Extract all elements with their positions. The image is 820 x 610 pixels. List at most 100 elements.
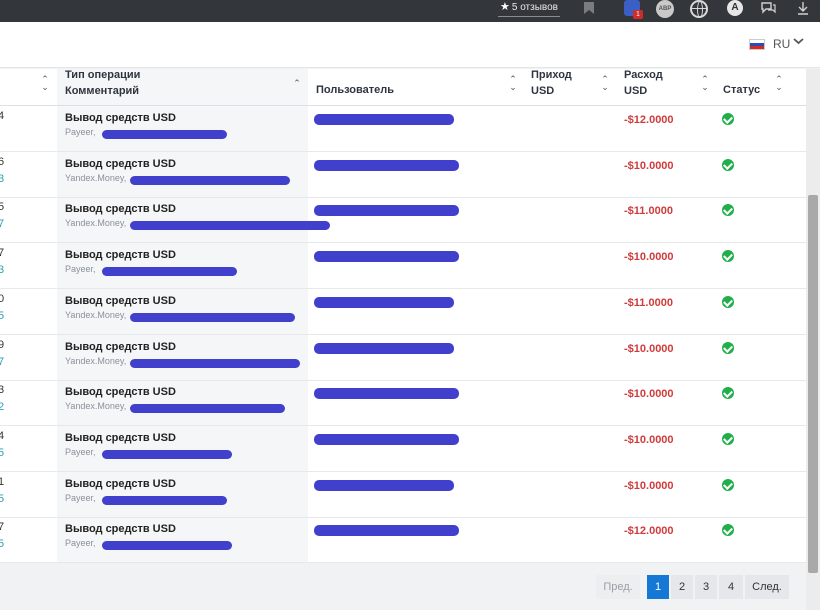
status-ok-icon — [722, 204, 734, 216]
status-ok-icon — [722, 159, 734, 171]
transactions-table: ⌃ ⌄ Тип операции Комментарий ⌃ Пользовате… — [0, 69, 806, 563]
table-row[interactable]: 7 5 Вывод средств USD Payeer, -$12.0000 — [0, 517, 806, 563]
table-row[interactable]: 7 3 Вывод средств USD Payeer, -$10.0000 — [0, 243, 806, 289]
operation-type: Вывод средств USD — [65, 478, 176, 490]
redacted-comment — [129, 176, 290, 185]
payment-method: Payeer, — [65, 127, 96, 137]
page-button-4[interactable]: 4 — [719, 575, 743, 599]
row-id-link-cut[interactable]: 7 — [0, 356, 4, 368]
row-id-link-cut[interactable]: 3 — [0, 264, 4, 276]
operation-type: Вывод средств USD — [65, 158, 176, 170]
adblock-icon[interactable]: ABP — [656, 0, 674, 18]
row-id-cut: 4 — [0, 430, 5, 442]
row-id-cut: 6 — [0, 156, 5, 168]
globe-icon[interactable] — [690, 0, 708, 18]
page-button-3[interactable]: 3 — [695, 575, 717, 599]
row-id-cut: 1 — [0, 476, 5, 488]
column-expense[interactable]: Расход USD — [624, 69, 663, 99]
sort-icon[interactable]: ⌃ ⌄ — [700, 75, 710, 92]
payment-method: Yandex.Money, — [65, 401, 127, 411]
table-row[interactable]: 4 5 Вывод средств USD Payeer, -$10.0000 — [0, 426, 806, 472]
expense-amount: -$10.0000 — [624, 434, 674, 446]
expense-amount: -$10.0000 — [624, 480, 674, 492]
status-ok-icon — [722, 113, 734, 125]
status-ok-icon — [722, 296, 734, 308]
operation-type: Вывод средств USD — [65, 249, 176, 261]
payment-method: Payeer, — [65, 264, 96, 274]
payment-method: Yandex.Money, — [65, 310, 127, 320]
sort-asc-icon[interactable]: ⌃ — [292, 79, 302, 88]
reviews-label: 5 отзывов — [511, 2, 558, 13]
sort-icon[interactable]: ⌃ ⌄ — [774, 75, 784, 92]
redacted-user — [314, 205, 459, 216]
row-id-link-cut[interactable]: 3 — [0, 173, 4, 185]
expense-amount: -$10.0000 — [624, 343, 674, 355]
reviews-link[interactable]: ★ 5 отзывов — [498, 0, 560, 17]
operation-type: Вывод средств USD — [65, 341, 176, 353]
row-id-cut: 7 — [0, 521, 5, 533]
table-header: ⌃ ⌄ Тип операции Комментарий ⌃ Пользовате… — [0, 69, 806, 106]
column-user[interactable]: Пользователь — [316, 82, 394, 98]
row-id-link-cut[interactable]: 5 — [0, 538, 4, 550]
expense-amount: -$11.0000 — [624, 205, 673, 217]
row-id-cut: 9 — [0, 339, 5, 351]
column-type[interactable]: Тип операции Комментарий — [65, 69, 140, 99]
redacted-user — [314, 388, 459, 399]
payment-method: Yandex.Money, — [65, 356, 127, 366]
redacted-comment — [102, 130, 228, 139]
status-ok-icon — [722, 433, 734, 445]
redacted-user — [314, 297, 454, 308]
star-icon: ★ — [500, 1, 510, 13]
pagination-prev[interactable]: Пред. — [596, 575, 640, 599]
browser-toolbar: ★ 5 отзывов 1 ABP A — [0, 0, 820, 22]
bookmark-icon[interactable] — [580, 1, 598, 19]
redacted-comment — [102, 450, 233, 459]
page-button-2[interactable]: 2 — [671, 575, 693, 599]
status-ok-icon — [722, 250, 734, 262]
column-expense-line2: USD — [624, 85, 648, 97]
table-row[interactable]: 3 2 Вывод средств USD Yandex.Money, -$10.000… — [0, 380, 806, 426]
download-icon[interactable] — [794, 1, 812, 19]
column-income[interactable]: Приход USD — [531, 69, 572, 99]
pagination-next[interactable]: След. — [745, 575, 789, 599]
operation-type: Вывод средств USD — [65, 523, 176, 535]
table-row[interactable]: 0 5 Вывод средств USD Yandex.Money, -$11.000… — [0, 289, 806, 335]
table-row[interactable]: 9 7 Вывод средств USD Yandex.Money, -$10.000… — [0, 335, 806, 381]
status-ok-icon — [722, 524, 734, 536]
sort-icon[interactable]: ⌃ ⌄ — [508, 75, 518, 92]
extension-badge: 1 — [633, 10, 643, 19]
redacted-comment — [129, 313, 295, 322]
row-id-cut: 3 — [0, 384, 5, 396]
expense-amount: -$10.0000 — [624, 160, 674, 172]
row-id-link-cut[interactable]: 5 — [0, 310, 4, 322]
payment-method: Yandex.Money, — [65, 218, 127, 228]
scrollbar-thumb[interactable] — [808, 195, 818, 573]
account-icon[interactable]: A — [727, 0, 743, 16]
redacted-comment — [102, 541, 233, 550]
column-income-line2: USD — [531, 85, 555, 97]
row-id-cut: 4 — [0, 110, 5, 122]
table-row[interactable]: 5 7 Вывод средств USD Yandex.Money, -$11.000… — [0, 197, 806, 243]
column-status[interactable]: Статус — [723, 82, 760, 98]
redacted-comment — [102, 496, 228, 505]
redacted-user — [314, 114, 454, 125]
row-id-link-cut[interactable]: 5 — [0, 447, 4, 459]
redacted-comment — [129, 404, 285, 413]
sort-icon[interactable]: ⌃ ⌄ — [600, 75, 610, 92]
table-row[interactable]: 6 3 Вывод средств USD Yandex.Money, -$10.000… — [0, 152, 806, 198]
row-id-link-cut[interactable]: 2 — [0, 401, 4, 413]
row-id-link-cut[interactable]: 7 — [0, 218, 4, 230]
chat-bubble-icon[interactable] — [759, 1, 777, 19]
expense-amount: -$10.0000 — [624, 251, 674, 263]
table-row[interactable]: 1 5 Вывод средств USD Payeer, -$10.0000 — [0, 472, 806, 518]
chevron-down-icon — [793, 35, 804, 49]
status-ok-icon — [722, 387, 734, 399]
table-row[interactable]: 4 Вывод средств USD Payeer, -$12.0000 — [0, 106, 806, 152]
operation-type: Вывод средств USD — [65, 112, 176, 124]
page-button-1[interactable]: 1 — [647, 575, 669, 599]
expense-amount: -$12.0000 — [624, 525, 674, 537]
sort-icon[interactable]: ⌃ ⌄ — [40, 75, 50, 92]
redacted-user — [314, 160, 459, 171]
row-id-link-cut[interactable]: 5 — [0, 493, 4, 505]
extension-icon[interactable]: 1 — [624, 0, 643, 19]
